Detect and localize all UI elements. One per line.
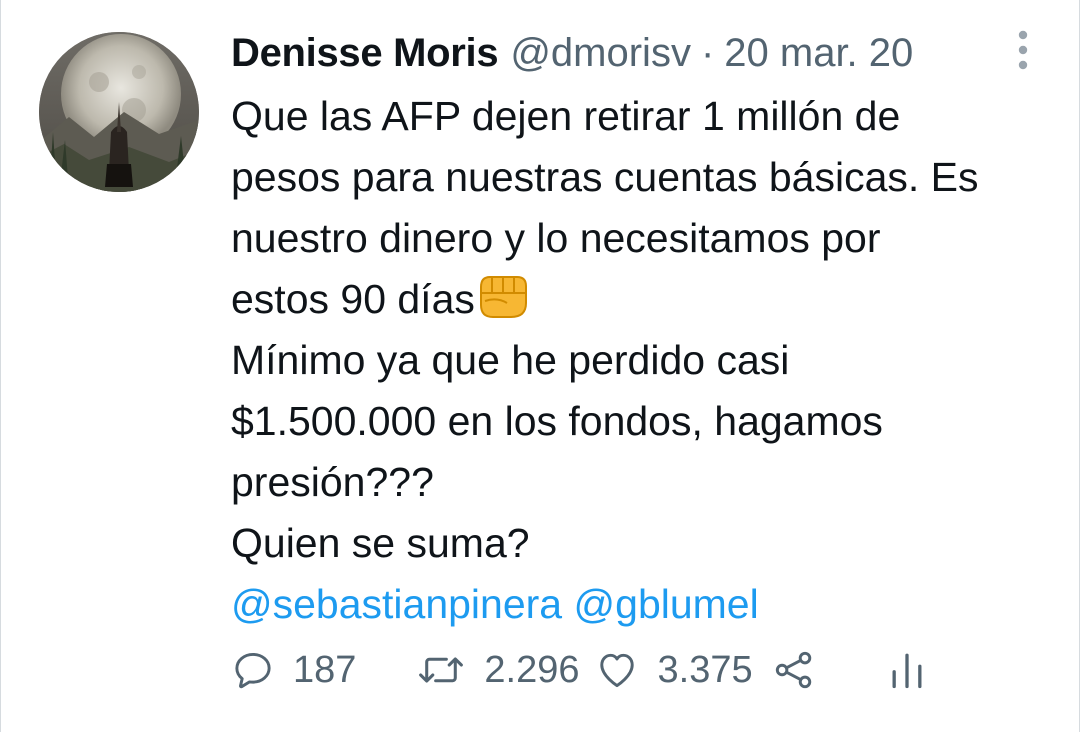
retweet-button[interactable]: 2.296 — [416, 648, 580, 692]
tweet-line: estos 90 días — [231, 276, 475, 322]
vertical-dots-icon — [1018, 30, 1028, 70]
retweet-count: 2.296 — [484, 648, 580, 691]
tweet-card[interactable]: Denisse Moris @dmorisv · 20 mar. 20 Que … — [0, 0, 1080, 732]
tweet-line-with-emoji: estos 90 días — [231, 269, 1059, 330]
reply-count: 187 — [293, 648, 357, 691]
mentions-line: @sebastianpinera @gblumel — [231, 574, 1059, 635]
reply-button[interactable]: 187 — [231, 648, 356, 692]
tweet-actions: 187 2.296 3.375 — [231, 640, 1019, 700]
share-button[interactable] — [771, 648, 817, 692]
retweet-arrows-icon — [419, 657, 464, 683]
heart-icon — [599, 653, 634, 688]
tweet-line: Mínimo ya que he perdido casi — [231, 337, 790, 383]
author-handle[interactable]: @dmorisv — [510, 31, 691, 76]
oncoming-fist-emoji — [477, 273, 529, 336]
tweet-line: pesos para nuestras cuentas básicas. Es — [231, 154, 979, 200]
tweet-line: Quien se suma? — [231, 520, 530, 566]
speech-bubble-icon — [235, 652, 271, 689]
analytics-button[interactable] — [887, 648, 927, 692]
tweet-line: $1.500.000 en los fondos, hagamos — [231, 398, 883, 444]
tweet-header: Denisse Moris @dmorisv · 20 mar. 20 — [231, 24, 979, 82]
analytics-bars-icon — [892, 653, 922, 689]
mention-link[interactable]: @gblumel — [574, 581, 759, 627]
separator-dot: · — [700, 30, 715, 75]
tweet-text: Que las AFP dejen retirar 1 millón de pe… — [231, 86, 1059, 635]
author-name[interactable]: Denisse Moris — [231, 31, 499, 76]
tweet-date[interactable]: 20 mar. 20 — [724, 31, 913, 76]
tweet-line: nuestro dinero y lo necesitamos por — [231, 215, 881, 261]
like-count: 3.375 — [657, 648, 753, 691]
tweet-line: Que las AFP dejen retirar 1 millón de — [231, 93, 901, 139]
avatar[interactable] — [39, 32, 199, 192]
share-icon — [775, 651, 811, 689]
mention-link[interactable]: @sebastianpinera — [231, 581, 562, 627]
tweet-line: presión??? — [231, 459, 434, 505]
more-options-button[interactable] — [1009, 26, 1037, 74]
like-button[interactable]: 3.375 — [594, 648, 753, 692]
